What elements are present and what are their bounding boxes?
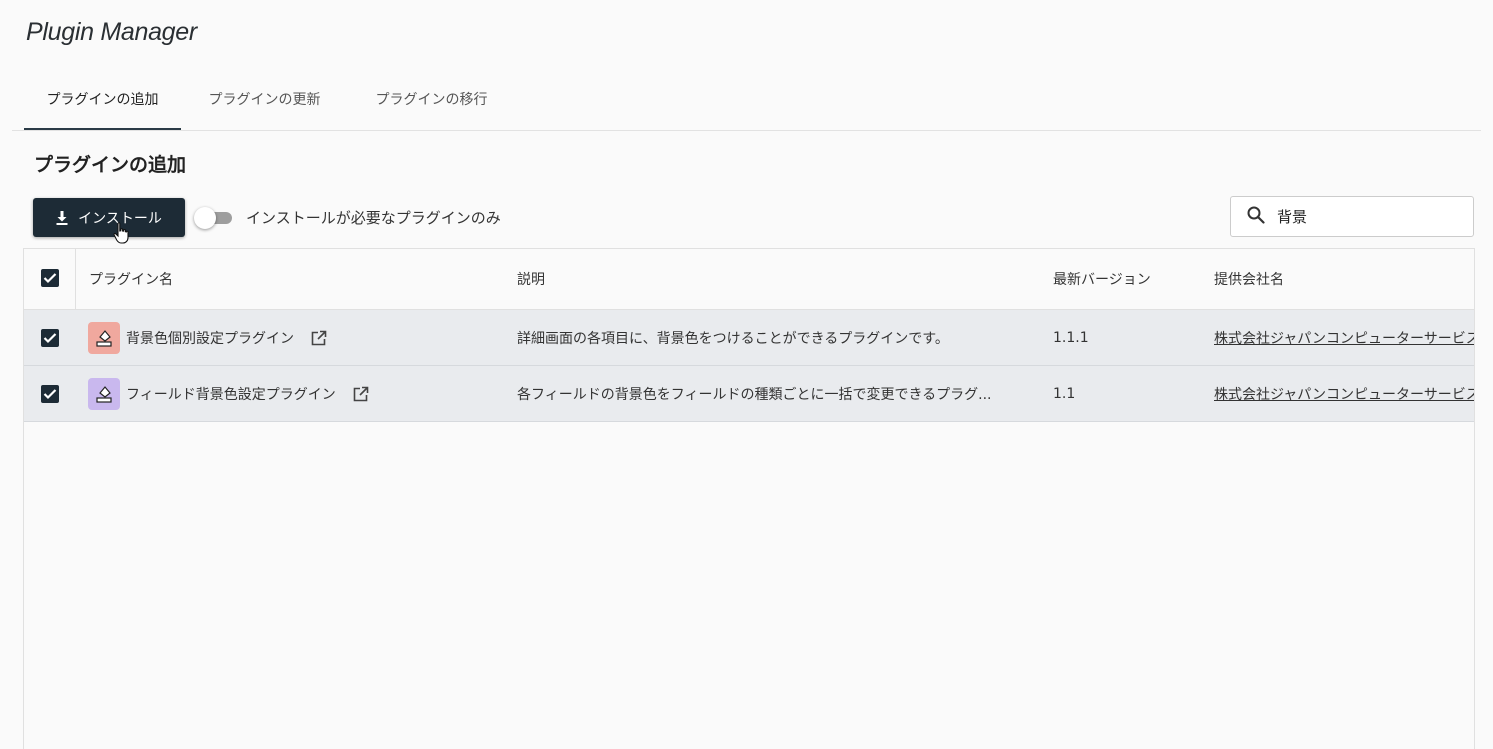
tab-update-plugins[interactable]: プラグインの更新 [181, 70, 348, 128]
plugin-icon [88, 322, 120, 354]
vendor-link[interactable]: 株式会社ジャパンコンピューターサービス [1214, 384, 1474, 404]
plugin-name-cell: フィールド背景色設定プラグイン [126, 366, 370, 421]
section-title: プラグインの追加 [34, 154, 187, 176]
plugin-name: 背景色個別設定プラグイン [126, 330, 294, 347]
install-button[interactable]: インストール [33, 198, 185, 237]
check-icon [43, 333, 57, 344]
required-only-toggle-label: インストールが必要なプラグインのみ [246, 209, 501, 227]
required-only-toggle[interactable] [194, 207, 234, 229]
column-header-plugin-name[interactable]: プラグイン名 [89, 249, 173, 309]
tabs-divider [12, 130, 1481, 131]
paint-bucket-icon [96, 386, 112, 403]
paint-bucket-icon [96, 330, 112, 347]
vendor-cell: 株式会社ジャパンコンピューターサービス [1214, 366, 1474, 421]
tab-migrate-plugins[interactable]: プラグインの移行 [348, 70, 515, 128]
plugin-version: 1.1 [1053, 385, 1076, 402]
select-all-cell [24, 249, 76, 309]
vendor-link[interactable]: 株式会社ジャパンコンピューターサービス [1214, 328, 1474, 348]
tab-bar: プラグインの追加 プラグインの更新 プラグインの移行 [24, 70, 515, 130]
search-icon [1247, 206, 1265, 228]
table-row[interactable]: フィールド背景色設定プラグイン 各フィールドの背景色をフィールドの種類ごとに一括… [24, 366, 1474, 422]
column-header-description[interactable]: 説明 [517, 249, 545, 309]
table-header: プラグイン名 説明 最新バージョン 提供会社名 [24, 249, 1474, 310]
open-external-icon[interactable] [310, 329, 328, 347]
hand-cursor-icon [113, 222, 131, 248]
table-row[interactable]: 背景色個別設定プラグイン 詳細画面の各項目に、背景色をつけることができるプラグイ… [24, 310, 1474, 366]
plugin-name-cell: 背景色個別設定プラグイン [126, 310, 328, 365]
check-icon [43, 273, 57, 284]
column-header-latest-version[interactable]: 最新バージョン [1053, 249, 1151, 309]
plugin-name: フィールド背景色設定プラグイン [126, 386, 336, 403]
app-title: Plugin Manager [26, 18, 197, 46]
vendor-cell: 株式会社ジャパンコンピューターサービス [1214, 310, 1474, 365]
open-external-icon[interactable] [352, 385, 370, 403]
column-header-vendor[interactable]: 提供会社名 [1214, 249, 1284, 309]
search-box [1230, 196, 1474, 237]
tab-add-plugins[interactable]: プラグインの追加 [24, 70, 181, 130]
row-checkbox[interactable] [41, 385, 59, 403]
toggle-knob [194, 207, 216, 229]
plugin-description: 詳細画面の各項目に、背景色をつけることができるプラグインです。 [517, 330, 949, 347]
download-icon [56, 210, 68, 225]
plugin-version: 1.1.1 [1053, 329, 1089, 346]
search-input[interactable] [1277, 207, 1457, 226]
plugin-description: 各フィールドの背景色をフィールドの種類ごとに一括で変更できるプラグ... [517, 386, 992, 403]
row-checkbox[interactable] [41, 329, 59, 347]
select-all-checkbox[interactable] [41, 269, 59, 287]
plugin-icon [88, 378, 120, 410]
plugin-table: プラグイン名 説明 最新バージョン 提供会社名 背景色個別設定プラグイン 詳細画… [23, 248, 1475, 749]
check-icon [43, 389, 57, 400]
